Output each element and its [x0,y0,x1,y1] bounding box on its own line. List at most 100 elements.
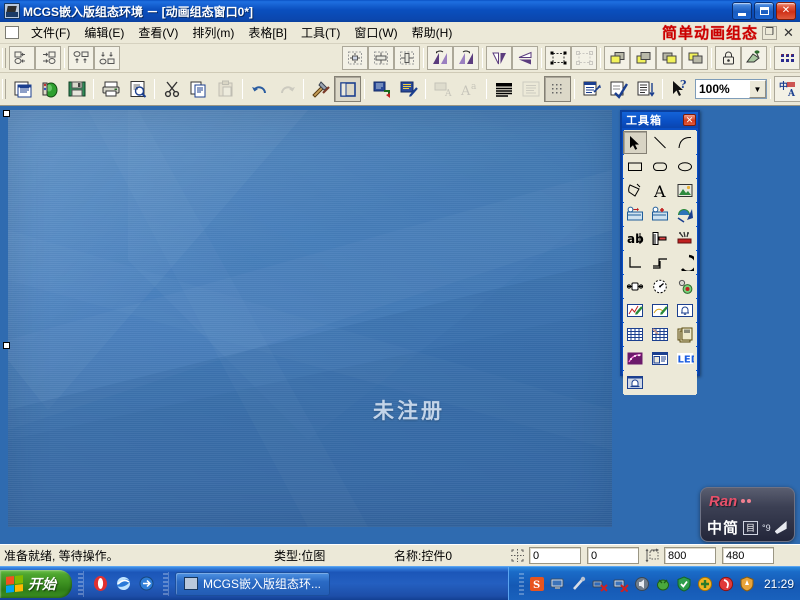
ime-mode-label[interactable]: 中简 [707,517,739,538]
ime-chinese-button[interactable]: 中 A [774,76,800,102]
toolbar-grip[interactable] [2,48,6,68]
menu-item-view[interactable]: 查看(V) [131,22,185,43]
rounded-rect-tool[interactable] [648,155,672,178]
new-window-button[interactable] [9,76,36,102]
switch-tool[interactable] [623,275,647,298]
bring-forward-button[interactable] [656,46,682,70]
zoom-input[interactable] [696,81,740,97]
object-palette-button[interactable] [774,46,800,70]
tray-addon-icon[interactable] [697,576,713,592]
print-button[interactable] [97,76,124,102]
center-both-button[interactable] [342,46,368,70]
quicklaunch-ie-icon[interactable] [115,575,132,592]
storage-data-tool[interactable] [673,323,697,346]
group-objects-button[interactable] [545,46,571,70]
rectangle-tool[interactable] [623,155,647,178]
paste-button[interactable] [212,76,239,102]
line-tool[interactable] [648,131,672,154]
history-trend-tool[interactable] [648,299,672,322]
tray-sogou-icon[interactable]: S [529,576,545,592]
tray-usb-icon[interactable] [571,576,587,592]
tray-display-icon[interactable] [550,576,566,592]
quicklaunch-opera-icon[interactable] [92,575,109,592]
width-field[interactable]: 800 [664,547,716,564]
text-align-list-button[interactable] [517,76,544,102]
arc-tool[interactable] [673,131,697,154]
start-button[interactable]: 开始 [0,569,72,598]
bring-to-front-button[interactable] [604,46,630,70]
maximize-button[interactable] [754,2,774,20]
lock-object-button[interactable] [715,46,741,70]
rotate-right-button[interactable] [453,46,479,70]
rotate-left-button[interactable] [427,46,453,70]
position-x-field[interactable]: 0 [529,547,581,564]
menu-item-tools[interactable]: 工具(T) [294,22,347,43]
selection-handle-top-left[interactable] [3,110,10,117]
realtime-trend-tool[interactable] [623,299,647,322]
align-top-edges-button[interactable] [68,46,94,70]
input-box-tool[interactable]: ab [623,227,647,250]
pipe-step-tool[interactable] [648,251,672,274]
chevron-down-icon[interactable]: ▼ [749,80,766,98]
standard-button-tool[interactable] [623,203,647,226]
mdi-close-button[interactable]: ✕ [781,25,796,40]
fill-bucket-button[interactable] [368,76,395,102]
dial-meter-tool[interactable] [648,275,672,298]
minimize-button[interactable] [732,2,752,20]
taskbar-clock[interactable]: 21:29 [764,577,794,591]
document-icon[interactable] [5,26,19,39]
tray-360-icon[interactable] [718,576,734,592]
menu-item-file[interactable]: 文件(F) [24,22,77,43]
send-to-back-button[interactable] [630,46,656,70]
realtime-table-tool[interactable] [623,323,647,346]
pipe-elbow-tool[interactable] [623,251,647,274]
center-vertical-button[interactable] [394,46,420,70]
align-left-edges-button[interactable] [9,46,35,70]
taskbar-grip-2[interactable] [163,572,168,595]
check-project-button[interactable] [605,76,632,102]
mdi-restore-button[interactable]: ❐ [762,25,777,40]
sort-list-button[interactable] [632,76,659,102]
ime-floating-bar[interactable]: Ran 中简 目 °9 [700,487,795,542]
bitmap-tool[interactable] [673,179,697,202]
char-effect-button[interactable]: A [429,76,456,102]
tray-network-disconnected-icon[interactable] [592,576,608,592]
tray-virus-icon[interactable] [655,576,671,592]
toolbar-grip-2[interactable] [2,79,6,99]
print-preview-button[interactable] [124,76,151,102]
context-help-button[interactable]: ? [666,76,693,102]
animation-canvas[interactable]: 未注册 [8,110,612,527]
xy-curve-tool[interactable] [623,347,647,370]
toolbox-titlebar[interactable]: 工具箱 ✕ [622,112,698,128]
selection-handle-middle-left[interactable] [3,342,10,349]
menu-item-edit[interactable]: 编辑(E) [77,22,131,43]
taskbar-grip-1[interactable] [78,572,83,595]
alarm-display-tool[interactable] [673,299,697,322]
pipe-curve-tool[interactable] [673,251,697,274]
tray-shield-icon[interactable] [676,575,692,592]
slider-tool[interactable] [648,227,672,250]
bar-alarm-tool[interactable] [623,371,647,394]
animation-button-tool[interactable] [648,203,672,226]
align-bottom-edges-button[interactable] [94,46,120,70]
copy-button[interactable] [185,76,212,102]
ellipse-tool[interactable] [673,155,697,178]
menu-item-window[interactable]: 窗口(W) [347,22,404,43]
height-field[interactable]: 480 [722,547,774,564]
center-horizontal-button[interactable] [368,46,394,70]
ime-soft-keyboard-icon[interactable]: 目 [743,520,759,535]
menu-item-table[interactable]: 表格[B] [241,22,294,43]
toggle-toolbox-button[interactable] [334,76,361,102]
redo-button[interactable] [273,76,300,102]
toolbox-panel[interactable]: 工具箱 ✕ A ab LE [620,110,700,395]
select-arrow-tool[interactable] [623,131,647,154]
fill-color-button[interactable] [741,46,767,70]
undo-button[interactable] [246,76,273,102]
indicator-light-tool[interactable] [673,275,697,298]
taskbar-item-mcgs[interactable]: MCGS嵌入版组态环... [175,571,331,596]
show-grid-button[interactable] [544,76,571,102]
flip-horizontal-button[interactable] [486,46,512,70]
led-tool[interactable]: LED [673,347,697,370]
polygon-tool[interactable] [623,179,647,202]
line-style-button[interactable] [395,76,422,102]
